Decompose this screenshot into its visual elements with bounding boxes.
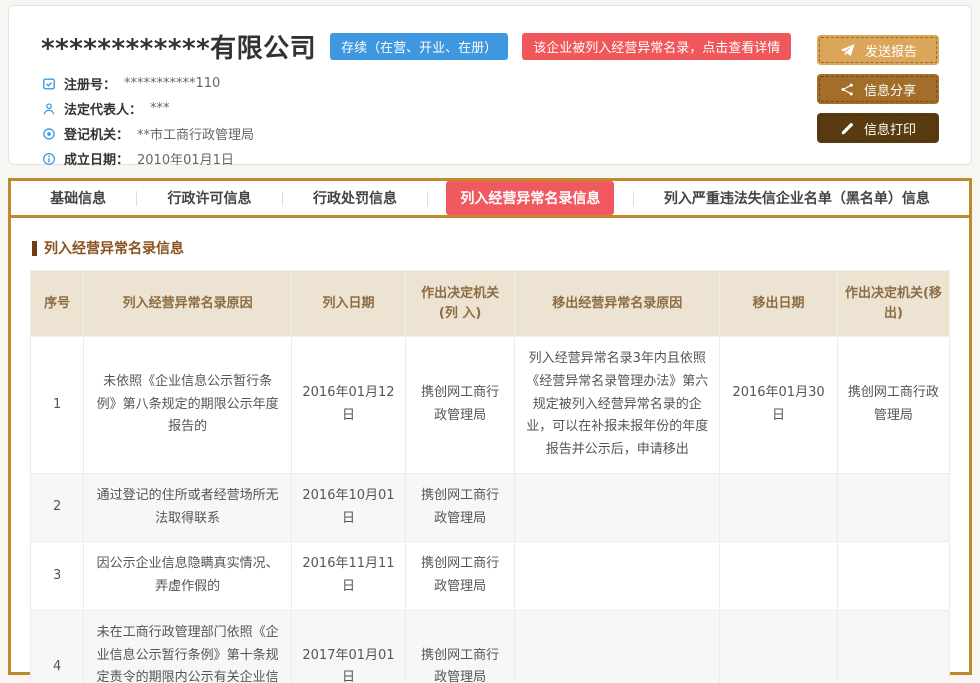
company-info-row: 登记机关： **市工商行政管理局 [41,124,941,143]
person-icon [41,102,56,116]
status-badge: 存续（在营、开业、在册） [330,33,508,60]
abnormal-alert-badge[interactable]: 该企业被列入经营异常名录，点击查看详情 [522,33,791,60]
column-header: 列入经营异常名录原因 [84,271,292,337]
table-cell [720,473,838,542]
table-cell: 列入经营异常名录3年内且依照《经营异常名录管理办法》第六规定被列入经营异常名录的… [515,337,720,474]
table-cell: 3 [31,542,84,611]
tab-serious-violations[interactable]: 列入严重违法失信企业名单（黑名单）信息 [652,181,942,215]
tab-separator [136,191,137,206]
column-header: 序号 [31,271,84,337]
tab-bar: 基础信息 行政许可信息 行政处罚信息 列入经营异常名录信息 列入严重违法失信企业名单（黑… [11,181,969,218]
table-cell [720,542,838,611]
share-icon [840,82,855,97]
tab-separator [282,191,283,206]
column-header: 移出经营异常名录原因 [515,271,720,337]
company-header-card: ************有限公司 存续（在营、开业、在册） 该企业被列入经营异常… [8,5,972,165]
table-cell [720,610,838,683]
table-row: 2通过登记的住所或者经营场所无法取得联系2016年10月01日携创网工商行政管理… [31,473,950,542]
tab-admin-license[interactable]: 行政许可信息 [156,181,264,215]
print-info-button[interactable]: 信息打印 [817,113,939,143]
table-cell: 携创网工商行政管理局 [405,542,514,611]
table-cell: 2016年01月12日 [291,337,405,474]
table-cell: 携创网工商行政管理局 [837,337,949,474]
table-cell: 1 [31,337,84,474]
info-value: ***********110 [124,76,220,91]
column-header: 列入日期 [291,271,405,337]
table-cell: 2017年01月01日 [291,610,405,683]
tab-separator [427,191,428,206]
info-value: **市工商行政管理局 [137,124,254,143]
info-value: 2010年01月1日 [137,149,234,168]
abnormal-records-table: 序号列入经营异常名录原因列入日期作出决定机关(列 入)移出经营异常名录原因移出日… [30,270,950,683]
info-icon [41,152,56,166]
tab-separator [633,191,634,206]
location-icon [41,127,56,141]
table-cell: 2016年10月01日 [291,473,405,542]
tab-basic-info[interactable]: 基础信息 [38,181,118,215]
table-cell: 4 [31,610,84,683]
table-header-row: 序号列入经营异常名录原因列入日期作出决定机关(列 入)移出经营异常名录原因移出日… [31,271,950,337]
tab-abnormal-operations[interactable]: 列入经营异常名录信息 [446,181,614,215]
info-label: 法定代表人： [64,99,142,118]
table-cell: 未依照《企业信息公示暂行条例》第八条规定的期限公示年度报告的 [84,337,292,474]
send-icon [839,42,856,59]
table-cell: 携创网工商行政管理局 [405,473,514,542]
table-cell: 因公示企业信息隐瞒真实情况、弄虚作假的 [84,542,292,611]
table-cell: 携创网工商行政管理局 [405,610,514,683]
table-cell [837,542,949,611]
table-cell: 2016年11月11日 [291,542,405,611]
table-cell: 通过登记的住所或者经营场所无法取得联系 [84,473,292,542]
table-cell: 未在工商行政管理部门依照《企业信息公示暂行条例》第十条规定责令的期限内公示有关企… [84,610,292,683]
print-icon [840,121,855,136]
table-cell: 2016年01月30日 [720,337,838,474]
column-header: 作出决定机关(移 出) [837,271,949,337]
table-row: 1未依照《企业信息公示暂行条例》第八条规定的期限公示年度报告的2016年01月1… [31,337,950,474]
company-info-row: 法定代表人： *** [41,99,941,118]
main-panel: 基础信息行政许可信息行政处罚信息列入经营异常名录信息列入严重违法失信企业名单（黑… [8,178,972,675]
info-label: 注册号： [64,74,116,93]
info-label: 登记机关： [64,124,129,143]
share-info-button[interactable]: 信息分享 [817,74,939,104]
table-cell [515,473,720,542]
table-cell: 携创网工商行政管理局 [405,337,514,474]
company-name: ************有限公司 [41,28,316,65]
certificate-icon [41,77,56,91]
table-cell: 2 [31,473,84,542]
tab-admin-penalty[interactable]: 行政处罚信息 [301,181,409,215]
send-report-button[interactable]: 发送报告 [817,35,939,65]
info-value: *** [150,101,170,116]
company-info-row: 注册号： ***********110 [41,74,941,93]
info-label: 成立日期： [64,149,129,168]
table-cell [837,610,949,683]
table-cell [515,610,720,683]
section-title: 列入经营异常名录信息 [32,238,950,258]
column-header: 作出决定机关(列 入) [405,271,514,337]
table-row: 4未在工商行政管理部门依照《企业信息公示暂行条例》第十条规定责令的期限内公示有关… [31,610,950,683]
section-bullet-icon [32,241,37,256]
table-row: 3因公示企业信息隐瞒真实情况、弄虚作假的2016年11月11日携创网工商行政管理… [31,542,950,611]
column-header: 移出日期 [720,271,838,337]
company-info-row: 成立日期： 2010年01月1日 [41,149,941,168]
table-cell [515,542,720,611]
table-cell [837,473,949,542]
